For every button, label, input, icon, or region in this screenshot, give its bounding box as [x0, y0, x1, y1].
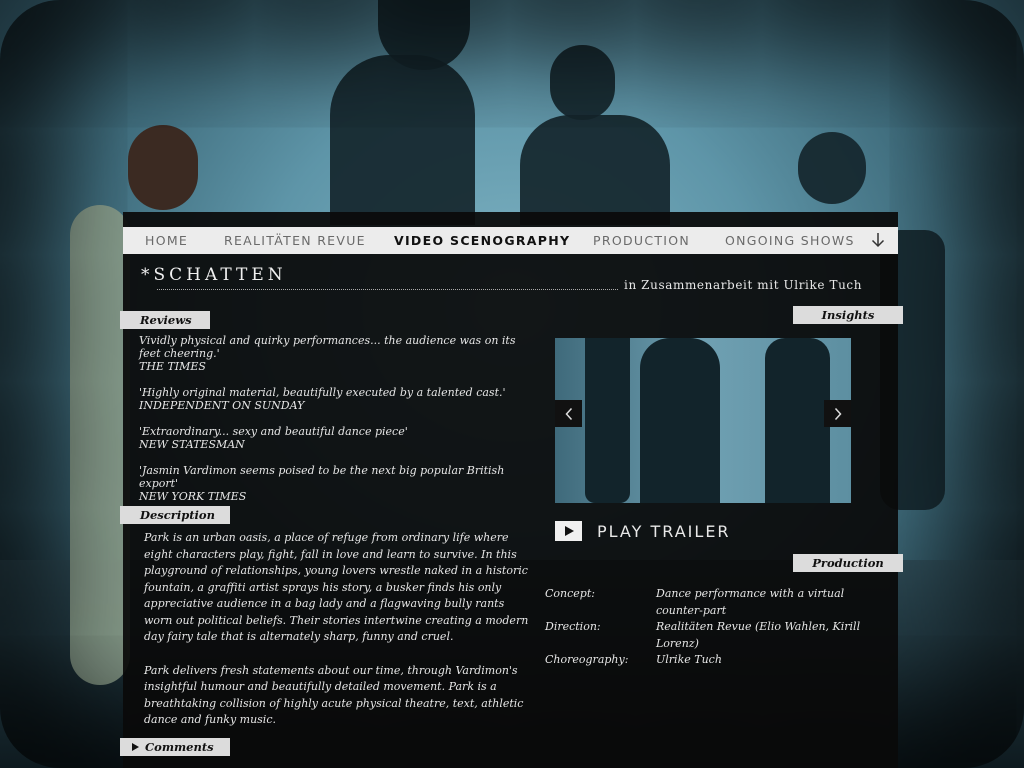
credit-value: Dance performance with a virtual counter… [656, 587, 845, 617]
show-subtitle: in Zusammenarbeit mit Ulrike Tuch [624, 278, 863, 292]
video-prev-button[interactable] [555, 400, 582, 427]
review-item: 'Jasmin Vardimon seems poised to be the … [139, 464, 539, 503]
nav-item-production[interactable]: PRODUCTION [593, 233, 690, 248]
play-icon [555, 521, 582, 541]
show-title: *SCHATTEN [141, 265, 287, 285]
arrow-down-icon[interactable] [869, 231, 887, 249]
chevron-left-icon [564, 407, 572, 420]
description-paragraph: Park is an urban oasis, a place of refug… [144, 531, 529, 643]
video-preview[interactable] [555, 338, 851, 503]
production-label: Production [793, 554, 903, 572]
production-credits: Concept: Dance performance with a virtua… [545, 586, 895, 669]
credit-row: Concept: Dance performance with a virtua… [545, 586, 895, 619]
description-label: Description [120, 506, 230, 524]
review-quote: 'Extraordinary... sexy and beautiful dan… [139, 425, 408, 438]
review-item: Vividly physical and quirky performances… [139, 334, 539, 373]
play-trailer-label: PLAY TRAILER [597, 521, 731, 541]
silhouette [765, 338, 830, 503]
review-item: 'Extraordinary... sexy and beautiful dan… [139, 425, 539, 451]
review-quote: 'Jasmin Vardimon seems poised to be the … [139, 464, 505, 490]
review-item: 'Highly original material, beautifully e… [139, 386, 539, 412]
nav-item-home[interactable]: HOME [145, 233, 188, 248]
description-text: Park is an urban oasis, a place of refug… [144, 530, 534, 746]
credit-key: Direction: [545, 620, 601, 633]
main-nav: HOME REALITÄTEN REVUE VIDEO SCENOGRAPHY … [123, 227, 898, 254]
insights-label: Insights [793, 306, 903, 324]
review-source: INDEPENDENT ON SUNDAY [139, 399, 305, 412]
silhouette [640, 338, 720, 503]
credit-key: Concept: [545, 587, 595, 600]
credit-value: Ulrike Tuch [656, 653, 722, 666]
review-source: THE TIMES [139, 360, 206, 373]
expand-triangle-icon [132, 743, 139, 751]
video-next-button[interactable] [824, 400, 851, 427]
comments-toggle[interactable]: Comments [120, 738, 230, 756]
title-divider [157, 289, 618, 290]
comments-label: Comments [145, 740, 214, 754]
play-trailer-button[interactable]: PLAY TRAILER [555, 520, 731, 542]
reviews-label: Reviews [120, 311, 210, 329]
credit-value: Realitäten Revue (Elio Wahlen, Kirill Lo… [656, 620, 861, 650]
description-paragraph: Park delivers fresh statements about our… [144, 663, 524, 727]
credit-key: Choreography: [545, 653, 629, 666]
review-quote: 'Highly original material, beautifully e… [139, 386, 506, 399]
chevron-right-icon [834, 407, 842, 420]
silhouette [585, 338, 630, 503]
nav-item-ongoing-shows[interactable]: ONGOING SHOWS [725, 233, 855, 248]
review-quote: Vividly physical and quirky performances… [139, 334, 516, 360]
credit-row: Choreography: Ulrike Tuch [545, 652, 895, 669]
reviews-list: Vividly physical and quirky performances… [139, 334, 539, 516]
review-source: NEW YORK TIMES [139, 490, 247, 503]
nav-item-video-scenography[interactable]: VIDEO SCENOGRAPHY [394, 233, 570, 248]
nav-item-realitaeten-revue[interactable]: REALITÄTEN REVUE [224, 233, 366, 248]
credit-row: Direction: Realitäten Revue (Elio Wahlen… [545, 619, 895, 652]
review-source: NEW STATESMAN [139, 438, 245, 451]
